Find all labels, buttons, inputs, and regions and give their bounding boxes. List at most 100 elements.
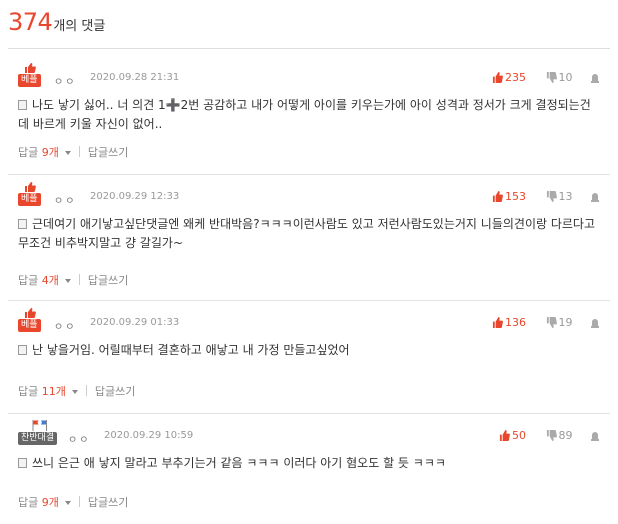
chevron-down-icon <box>64 279 71 283</box>
report-icon[interactable] <box>590 191 600 202</box>
dislike-count: 10 <box>558 71 573 84</box>
comment-body: 나도 낳기 싫어.. 너 의견 1➕2번 공감하고 내가 어떻게 아이를 키우는… <box>18 96 598 134</box>
like-button[interactable]: 235 <box>492 71 526 84</box>
best-badge: 베플 <box>18 63 42 88</box>
thumbs-down-icon <box>546 430 557 441</box>
document-icon <box>18 219 27 229</box>
comment-body: 근데여기 애기낳고싶단댓글엔 왜케 반대박음?ㅋㅋㅋ이런사람도 있고 저런사람도… <box>18 215 598 253</box>
reply-label: 답글 <box>18 146 39 159</box>
like-button[interactable]: 50 <box>499 429 526 442</box>
reply-label: 답글 <box>18 274 39 287</box>
best-badge-label: 베플 <box>18 193 41 206</box>
thumbs-up-icon <box>25 182 36 192</box>
document-icon <box>18 100 27 110</box>
thumbs-up-icon <box>25 63 36 73</box>
author-name[interactable]: ㅇㅇ <box>68 431 90 446</box>
thumbs-up-icon <box>492 317 503 328</box>
like-count: 136 <box>505 316 526 329</box>
comment-item: 베플 ㅇㅇ 2020.09.28 21:31 235 10 나도 낳기 싫어..… <box>8 56 610 175</box>
comments-header: 374개의 댓글 <box>8 8 610 49</box>
document-icon <box>18 345 27 355</box>
comment-date: 2020.09.28 21:31 <box>90 72 180 83</box>
thumbs-down-icon <box>546 317 557 328</box>
report-icon[interactable] <box>590 72 600 83</box>
like-count: 235 <box>505 71 526 84</box>
divider <box>78 146 80 157</box>
reply-toggle[interactable]: 답글 9개 <box>18 496 71 509</box>
versus-badge-label: 찬반대결 <box>18 432 58 445</box>
reply-toggle[interactable]: 답글 11개 <box>18 385 78 398</box>
comment-meta: 베플 ㅇㅇ 2020.09.29 12:33 153 13 <box>18 182 608 207</box>
vote-area: 50 89 <box>499 429 600 442</box>
thumbs-down-icon <box>546 72 557 83</box>
comment-meta: 베플 ㅇㅇ 2020.09.28 21:31 235 10 <box>18 63 608 88</box>
write-reply-link[interactable]: 답글쓰기 <box>88 496 128 509</box>
versus-badge: 찬반대결 <box>18 420 58 446</box>
comment-text: 근데여기 애기낳고싶단댓글엔 왜케 반대박음?ㅋㅋㅋ이런사람도 있고 저런사람도… <box>18 217 595 250</box>
author-name[interactable]: ㅇㅇ <box>54 318 76 333</box>
like-button[interactable]: 153 <box>492 190 526 203</box>
comment-text: 쓰니 은근 애 낳지 말라고 부추기는거 같음 ㅋㅋㅋ 이러다 아기 혐오도 할… <box>32 456 446 470</box>
best-badge: 베플 <box>18 308 42 333</box>
comment-footer: 답글 9개 답글쓰기 <box>18 144 128 160</box>
report-icon[interactable] <box>590 317 600 328</box>
vote-area: 136 19 <box>492 316 600 329</box>
dislike-button[interactable]: 19 <box>546 316 573 329</box>
thumbs-up-icon <box>492 191 503 202</box>
thumbs-down-icon <box>546 191 557 202</box>
document-icon <box>18 458 27 468</box>
write-reply-link[interactable]: 답글쓰기 <box>88 146 128 159</box>
comment-footer: 답글 11개 답글쓰기 <box>18 383 135 399</box>
dislike-count: 19 <box>558 316 573 329</box>
reply-count: 4개 <box>41 274 59 287</box>
dislike-count: 13 <box>558 190 573 203</box>
dislike-button[interactable]: 13 <box>546 190 573 203</box>
chevron-down-icon <box>64 151 71 155</box>
dislike-button[interactable]: 89 <box>546 429 573 442</box>
comment-meta: 찬반대결 ㅇㅇ 2020.09.29 10:59 50 89 <box>18 420 608 446</box>
comment-count-label: 개의 댓글 <box>53 19 106 34</box>
reply-toggle[interactable]: 답글 4개 <box>18 274 71 287</box>
write-reply-link[interactable]: 답글쓰기 <box>88 274 128 287</box>
reply-count: 9개 <box>41 496 59 509</box>
dislike-button[interactable]: 10 <box>546 71 573 84</box>
thumbs-up-icon <box>499 430 510 441</box>
author-name[interactable]: ㅇㅇ <box>54 73 76 88</box>
comment-date: 2020.09.29 01:33 <box>90 317 180 328</box>
comment-meta: 베플 ㅇㅇ 2020.09.29 01:33 136 19 <box>18 308 608 333</box>
thumbs-up-icon <box>492 72 503 83</box>
comment-body: 쓰니 은근 애 낳지 말라고 부추기는거 같음 ㅋㅋㅋ 이러다 아기 혐오도 할… <box>18 454 598 473</box>
comment-text: 나도 낳기 싫어.. 너 의견 1➕2번 공감하고 내가 어떻게 아이를 키우는… <box>18 98 591 131</box>
reply-label: 답글 <box>18 385 39 398</box>
thumbs-up-icon <box>25 308 36 318</box>
comment-count: 374 <box>8 8 53 36</box>
reply-toggle[interactable]: 답글 9개 <box>18 146 71 159</box>
reply-count: 11개 <box>41 385 66 398</box>
comment-item: 찬반대결 ㅇㅇ 2020.09.29 10:59 50 89 쓰니 은근 애 낳… <box>8 414 610 524</box>
comment-text: 난 낳을거임. 어릴때부터 결혼하고 애낳고 내 가정 만들고싶었어 <box>32 343 350 357</box>
like-count: 50 <box>512 429 526 442</box>
comment-body: 난 낳을거임. 어릴때부터 결혼하고 애낳고 내 가정 만들고싶었어 <box>18 341 598 360</box>
best-badge-label: 베플 <box>18 74 41 87</box>
reply-label: 답글 <box>18 496 39 509</box>
reply-count: 9개 <box>41 146 59 159</box>
divider <box>78 274 80 285</box>
vote-area: 235 10 <box>492 71 600 84</box>
author-name[interactable]: ㅇㅇ <box>54 192 76 207</box>
best-badge-label: 베플 <box>18 319 41 332</box>
like-button[interactable]: 136 <box>492 316 526 329</box>
like-count: 153 <box>505 190 526 203</box>
vote-area: 153 13 <box>492 190 600 203</box>
divider <box>85 385 87 396</box>
comment-item: 베플 ㅇㅇ 2020.09.29 12:33 153 13 근데여기 애기낳고싶… <box>8 175 610 301</box>
dislike-count: 89 <box>558 429 573 442</box>
divider <box>78 496 80 507</box>
chevron-down-icon <box>64 501 71 505</box>
comment-date: 2020.09.29 10:59 <box>104 430 194 441</box>
chevron-down-icon <box>71 390 78 394</box>
write-reply-link[interactable]: 답글쓰기 <box>95 385 135 398</box>
flag-icon <box>32 420 47 431</box>
report-icon[interactable] <box>590 430 600 441</box>
comment-footer: 답글 9개 답글쓰기 <box>18 494 128 510</box>
comment-item: 베플 ㅇㅇ 2020.09.29 01:33 136 19 난 낳을거임. 어릴… <box>8 301 610 414</box>
